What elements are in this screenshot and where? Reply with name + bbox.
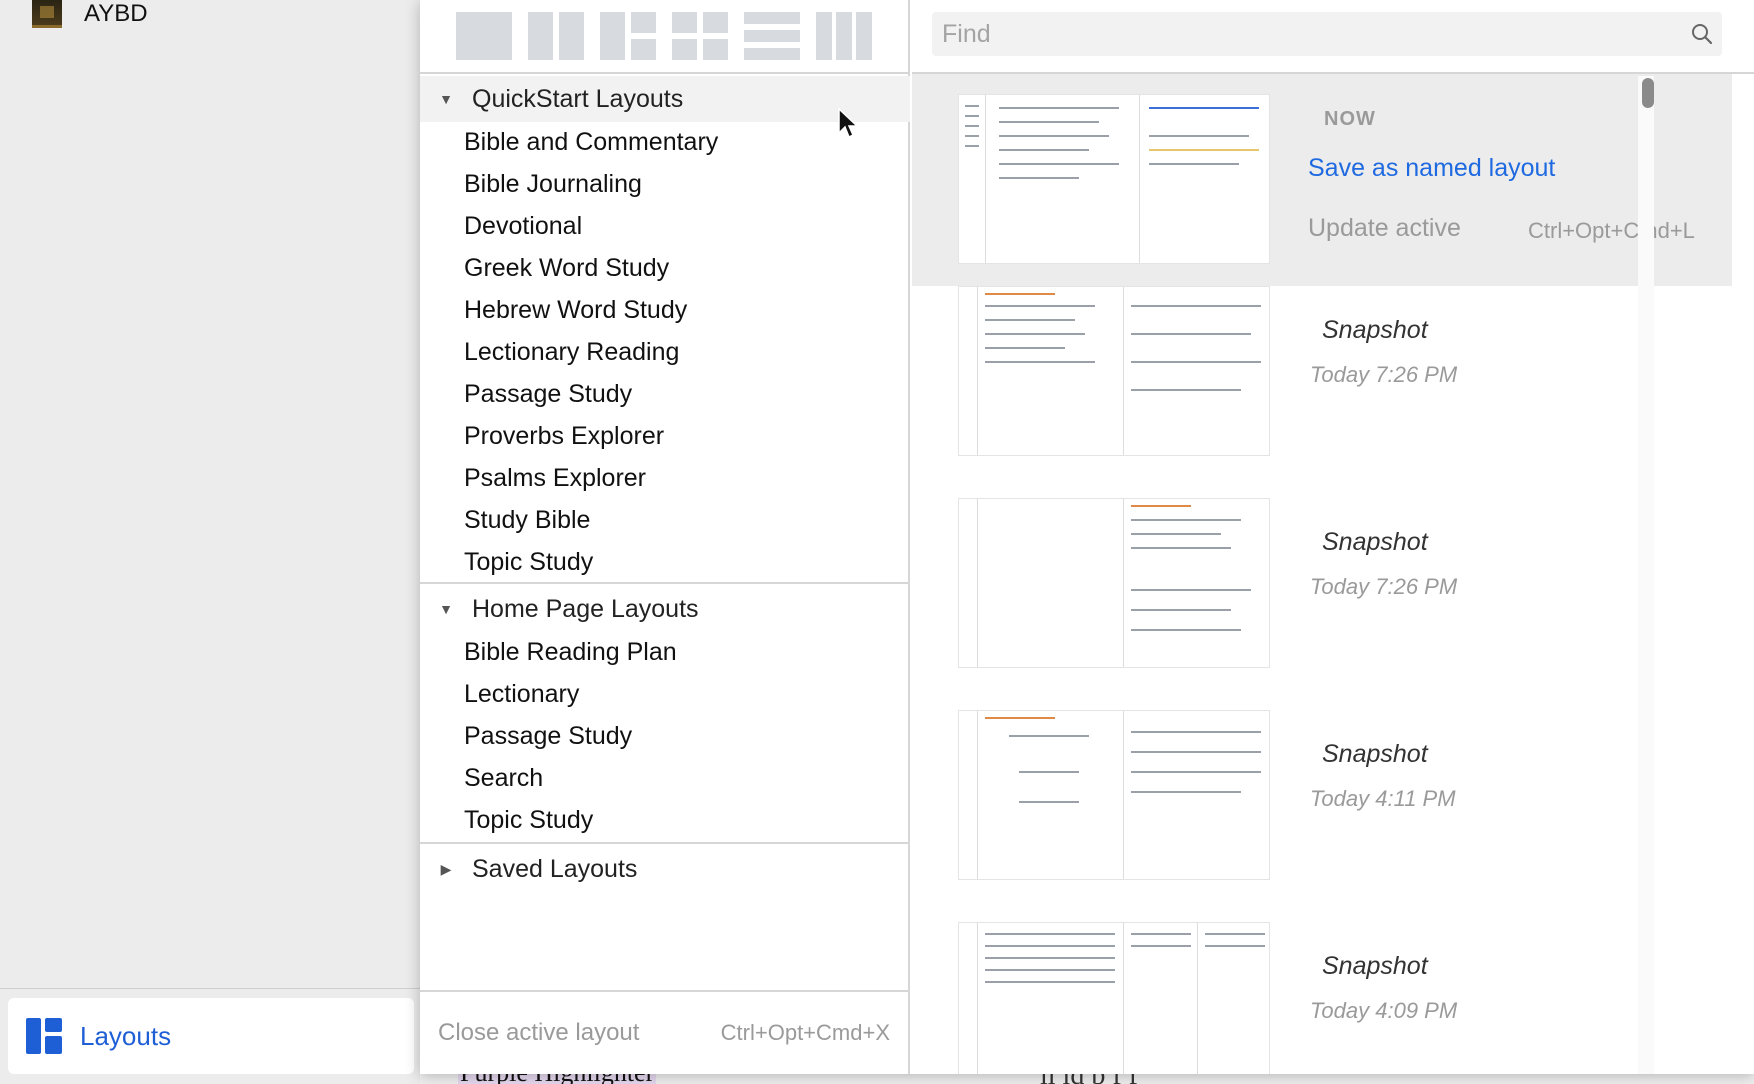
keyboard-shortcut: Ctrl+Opt+Cmd+L (1528, 218, 1695, 243)
library-book-item[interactable]: AYBD (32, 0, 148, 28)
keyboard-shortcut: Ctrl+Opt+Cmd+X (720, 1020, 890, 1045)
current-layout-row: NOW Save as named layout Update active C… (912, 74, 1732, 286)
search-icon[interactable] (1682, 12, 1722, 56)
book-title: AYBD (84, 0, 148, 27)
layout-item-devotional[interactable]: Devotional (464, 208, 582, 244)
snapshot-row[interactable]: Snapshot Today 7:26 PM (912, 498, 1732, 710)
layout-item-bible-journaling[interactable]: Bible Journaling (464, 166, 642, 202)
layout-item-lectionary[interactable]: Lectionary (464, 676, 579, 712)
book-cover-image (32, 0, 62, 28)
snapshot-title: Snapshot (1322, 952, 1428, 980)
snapshot-row[interactable]: Snapshot Today 4:11 PM (912, 710, 1732, 922)
section-divider (420, 842, 910, 844)
layouts-icon (26, 1018, 62, 1054)
layout-item-lectionary-reading[interactable]: Lectionary Reading (464, 334, 679, 370)
find-input[interactable] (932, 12, 1682, 56)
scrollbar-track[interactable] (1638, 76, 1654, 1074)
two-columns-template-icon[interactable] (528, 12, 584, 60)
snapshot-row[interactable]: Snapshot Today 4:09 PM (912, 922, 1732, 1074)
snapshots-column: NOW Save as named layout Update active C… (912, 0, 1754, 1074)
chevron-down-icon: ▼ (439, 91, 453, 107)
layout-item-psalms-explorer[interactable]: Psalms Explorer (464, 460, 646, 496)
left-sidebar: AYBD Layouts (0, 0, 420, 1084)
layout-item-topic-study[interactable]: Topic Study (464, 802, 593, 838)
home-page-layouts-header[interactable]: ▼ Home Page Layouts (420, 586, 910, 632)
chevron-down-icon: ▼ (439, 601, 453, 617)
rows-template-icon[interactable] (744, 12, 800, 60)
update-active-button[interactable]: Update active (1308, 214, 1461, 243)
layout-item-study-bible[interactable]: Study Bible (464, 502, 590, 538)
snapshot-thumbnail (958, 286, 1270, 456)
layout-item-topic-study[interactable]: Topic Study (464, 544, 593, 580)
section-divider (420, 582, 910, 584)
chevron-right-icon: ▶ (440, 860, 452, 877)
snapshot-time: Today 4:09 PM (1310, 998, 1458, 1023)
layout-item-passage-study[interactable]: Passage Study (464, 718, 632, 754)
saved-layouts-header[interactable]: ▶ Saved Layouts (420, 846, 910, 892)
snapshot-thumbnail (958, 710, 1270, 880)
snapshot-thumbnail (958, 922, 1270, 1074)
snapshot-title: Snapshot (1322, 740, 1428, 768)
snapshot-thumbnail (958, 498, 1270, 668)
layouts-button-label: Layouts (80, 1020, 172, 1051)
layout-list-column: ▼ QuickStart Layouts Bible and Commentar… (420, 0, 910, 1074)
layout-item-bible-reading-plan[interactable]: Bible Reading Plan (464, 634, 677, 670)
close-active-layout-button[interactable]: Close active layout Ctrl+Opt+Cmd+X (420, 990, 910, 1074)
layout-item-search[interactable]: Search (464, 760, 543, 796)
single-pane-template-icon[interactable] (456, 12, 512, 60)
three-pane-template-icon[interactable] (600, 12, 656, 60)
section-title: Home Page Layouts (472, 594, 699, 623)
layout-item-proverbs-explorer[interactable]: Proverbs Explorer (464, 418, 664, 454)
quickstart-layouts-header[interactable]: ▼ QuickStart Layouts (420, 76, 910, 122)
find-box (932, 12, 1722, 56)
sidebar-divider (0, 988, 420, 989)
three-columns-template-icon[interactable] (816, 12, 872, 60)
section-title: QuickStart Layouts (472, 84, 684, 113)
layout-item-hebrew-word-study[interactable]: Hebrew Word Study (464, 292, 687, 328)
layout-item-passage-study[interactable]: Passage Study (464, 376, 632, 412)
now-label: NOW (1324, 108, 1376, 130)
layout-item-greek-word-study[interactable]: Greek Word Study (464, 250, 669, 286)
layout-template-bar (420, 0, 910, 74)
snapshot-list: NOW Save as named layout Update active C… (912, 74, 1732, 1074)
section-title: Saved Layouts (472, 854, 638, 883)
close-active-layout-label: Close active layout (438, 1019, 640, 1046)
snapshot-title: Snapshot (1322, 316, 1428, 344)
four-pane-template-icon[interactable] (672, 12, 728, 60)
save-as-named-layout-link[interactable]: Save as named layout (1308, 154, 1555, 183)
layout-item-bible-and-commentary[interactable]: Bible and Commentary (464, 124, 718, 160)
snapshot-title: Snapshot (1322, 528, 1428, 556)
layout-thumbnail (958, 94, 1270, 264)
layouts-button[interactable]: Layouts (8, 998, 414, 1074)
mouse-cursor-icon (838, 108, 859, 139)
layouts-popup: ▼ QuickStart Layouts Bible and Commentar… (420, 0, 1754, 1074)
snapshot-row[interactable]: Snapshot Today 7:26 PM (912, 286, 1732, 498)
snapshot-time: Today 7:26 PM (1310, 574, 1458, 599)
snapshot-time: Today 7:26 PM (1310, 362, 1458, 387)
snapshot-time: Today 4:11 PM (1310, 786, 1456, 811)
scrollbar-thumb[interactable] (1642, 78, 1654, 108)
